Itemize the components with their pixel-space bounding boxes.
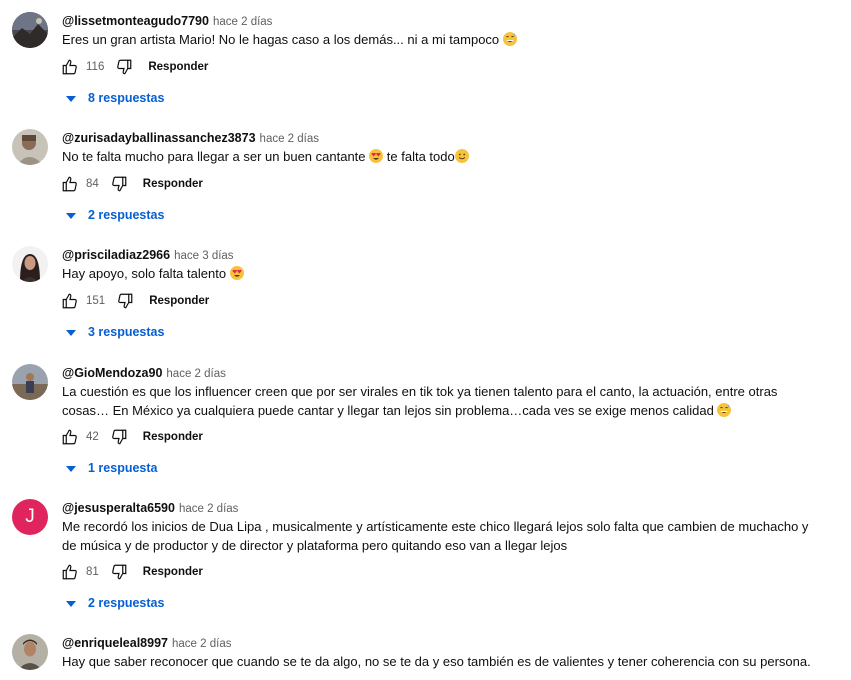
comment-actions: 151 Responder xyxy=(60,289,209,313)
thumbs-up-icon[interactable] xyxy=(60,562,80,582)
avatar[interactable] xyxy=(12,12,48,48)
view-replies-button[interactable]: 1 respuesta xyxy=(66,458,157,478)
chevron-down-icon xyxy=(66,91,76,105)
thumbs-up-icon[interactable] xyxy=(60,174,80,194)
comment-author[interactable]: @zurisadayballinassanchez3873 xyxy=(62,131,256,145)
avatar[interactable] xyxy=(12,129,48,165)
view-replies-button[interactable]: 2 respuestas xyxy=(66,593,164,613)
thumbs-down-icon[interactable] xyxy=(114,57,134,77)
comment-actions: 42 Responder xyxy=(60,425,203,449)
comment-header: @prisciladiaz2966 hace 3 días xyxy=(62,247,234,264)
comment-text: La cuestión es que los influencer creen … xyxy=(62,384,778,418)
chevron-down-icon xyxy=(66,461,76,475)
like-count: 116 xyxy=(86,61,105,73)
comment-time[interactable]: hace 2 días xyxy=(260,133,319,145)
comment-author[interactable]: @jesusperalta6590 xyxy=(62,501,175,515)
view-replies-button[interactable]: 8 respuestas xyxy=(66,88,164,108)
like-count: 81 xyxy=(86,566,99,578)
grinning-sweat-emoji-icon xyxy=(502,32,517,46)
comment-text: No te falta mucho para llegar a ser un b… xyxy=(62,148,822,167)
reply-button[interactable]: Responder xyxy=(148,61,208,73)
slight-smile-emoji-icon xyxy=(454,149,469,163)
comment-header: @jesusperalta6590 hace 2 días xyxy=(62,500,238,517)
comment-author[interactable]: @prisciladiaz2966 xyxy=(62,248,170,262)
replies-count-label: 8 respuestas xyxy=(88,91,165,105)
comment-author[interactable]: @lissetmonteagudo7790 xyxy=(62,14,209,28)
comment-time[interactable]: hace 2 días xyxy=(213,16,272,28)
chevron-down-icon xyxy=(66,596,76,610)
comment-author[interactable]: @GioMendoza90 xyxy=(62,366,162,380)
comment-text: Hay que saber reconocer que cuando se te… xyxy=(62,654,811,669)
avatar[interactable]: J xyxy=(12,499,48,535)
chevron-down-icon xyxy=(66,325,76,339)
avatar-letter: J xyxy=(25,506,35,527)
thumbs-up-icon[interactable] xyxy=(60,57,80,77)
thumbs-down-icon[interactable] xyxy=(109,562,129,582)
avatar[interactable] xyxy=(12,364,48,400)
replies-count-label: 1 respuesta xyxy=(88,461,158,475)
comment-header: @enriqueleal8997 hace 2 días xyxy=(62,635,231,652)
comment-actions: 81 Responder xyxy=(60,560,203,584)
comment-text: Me recordó los inicios de Dua Lipa , mus… xyxy=(62,519,809,553)
comment-time[interactable]: hace 3 días xyxy=(174,250,233,262)
grinning-sweat-emoji-icon xyxy=(717,402,732,417)
reply-button[interactable]: Responder xyxy=(149,295,209,307)
thumbs-down-icon[interactable] xyxy=(115,291,135,311)
replies-count-label: 3 respuestas xyxy=(88,325,165,339)
view-replies-button[interactable]: 2 respuestas xyxy=(66,205,164,225)
replies-count-label: 2 respuestas xyxy=(88,208,165,222)
reply-button[interactable]: Responder xyxy=(143,566,203,578)
comment-text: Eres un gran artista Mario! No le hagas … xyxy=(62,31,822,50)
thumbs-down-icon[interactable] xyxy=(109,427,129,447)
avatar[interactable] xyxy=(12,634,48,670)
heart-eyes-emoji-icon xyxy=(369,149,384,163)
like-count: 151 xyxy=(86,295,106,307)
comment-author[interactable]: @enriqueleal8997 xyxy=(62,636,168,650)
replies-count-label: 2 respuestas xyxy=(88,596,165,610)
like-count: 84 xyxy=(86,178,99,190)
comment-actions: 84 Responder xyxy=(60,172,203,196)
reply-button[interactable]: Responder xyxy=(143,431,203,443)
chevron-down-icon xyxy=(66,208,76,222)
comment-header: @zurisadayballinassanchez3873 hace 2 días xyxy=(62,130,319,147)
avatar[interactable] xyxy=(12,246,48,282)
thumbs-up-icon[interactable] xyxy=(60,427,80,447)
comment-actions: 116 Responder xyxy=(60,55,208,79)
comment-time[interactable]: hace 2 días xyxy=(172,638,231,650)
comment-header: @GioMendoza90 hace 2 días xyxy=(62,365,226,382)
reply-button[interactable]: Responder xyxy=(143,178,203,190)
thumbs-up-icon[interactable] xyxy=(60,291,80,311)
comment-header: @lissetmonteagudo7790 hace 2 días xyxy=(62,13,272,30)
heart-eyes-emoji-icon xyxy=(229,266,244,280)
like-count: 42 xyxy=(86,431,99,443)
view-replies-button[interactable]: 3 respuestas xyxy=(66,322,164,342)
comment-time[interactable]: hace 2 días xyxy=(179,503,238,515)
comment-time[interactable]: hace 2 días xyxy=(166,368,225,380)
comment-text: Hay apoyo, solo falta talento xyxy=(62,265,822,284)
thumbs-down-icon[interactable] xyxy=(109,174,129,194)
